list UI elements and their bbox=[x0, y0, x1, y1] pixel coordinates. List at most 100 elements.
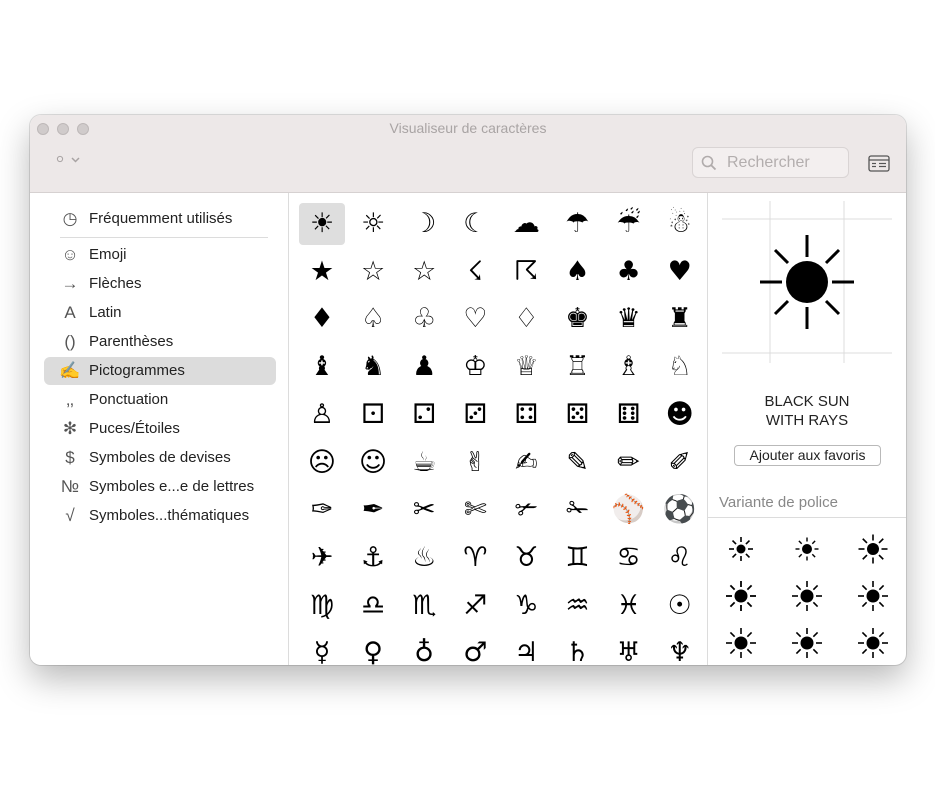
character-cell[interactable]: ☉ bbox=[657, 585, 703, 627]
character-cell[interactable]: ☾ bbox=[452, 203, 498, 245]
character-cell[interactable]: ♚ bbox=[555, 298, 601, 340]
font-variant-cell[interactable] bbox=[721, 530, 761, 566]
sidebar-item-frequent[interactable]: ◷ Fréquemment utilisés bbox=[44, 205, 276, 233]
character-cell[interactable]: ✌ bbox=[452, 442, 498, 484]
character-cell[interactable]: ☇ bbox=[452, 251, 498, 293]
character-cell[interactable]: ♔ bbox=[452, 346, 498, 388]
character-cell[interactable]: ✁ bbox=[555, 489, 601, 531]
character-cell[interactable]: ★ bbox=[299, 251, 345, 293]
character-cell[interactable]: ☀ bbox=[299, 203, 345, 245]
character-cell[interactable]: ♢ bbox=[503, 298, 549, 340]
character-cell[interactable]: ✍ bbox=[503, 442, 549, 484]
font-variant-cell[interactable] bbox=[787, 577, 827, 613]
character-cell[interactable]: ♃ bbox=[503, 632, 549, 665]
character-cell[interactable]: ♎ bbox=[350, 585, 396, 627]
character-cell[interactable]: ♁ bbox=[401, 632, 447, 665]
character-cell[interactable]: ♞ bbox=[350, 346, 396, 388]
character-cell[interactable]: ✏ bbox=[606, 442, 652, 484]
character-cell[interactable]: ♡ bbox=[452, 298, 498, 340]
character-cell[interactable]: ♗ bbox=[606, 346, 652, 388]
character-cell[interactable]: ✈ bbox=[299, 537, 345, 579]
character-cell[interactable]: ♑ bbox=[503, 585, 549, 627]
font-variant-cell[interactable] bbox=[853, 530, 893, 566]
character-cell[interactable]: ☽ bbox=[401, 203, 447, 245]
character-cell[interactable]: ☆ bbox=[401, 251, 447, 293]
sidebar-item-currency[interactable]: $ Symboles de devises bbox=[44, 444, 276, 472]
character-cell[interactable]: ♖ bbox=[555, 346, 601, 388]
character-cell[interactable]: ♋ bbox=[606, 537, 652, 579]
character-cell[interactable]: ♊ bbox=[555, 537, 601, 579]
character-cell[interactable]: ♒ bbox=[555, 585, 601, 627]
character-cell[interactable]: ⚽ bbox=[657, 489, 703, 531]
character-cell[interactable]: ✒ bbox=[350, 489, 396, 531]
character-cell[interactable]: ♠ bbox=[555, 251, 601, 293]
character-cell[interactable]: ☿ bbox=[299, 632, 345, 665]
character-cell[interactable]: ⚓ bbox=[350, 537, 396, 579]
character-cell[interactable]: ♉ bbox=[503, 537, 549, 579]
sidebar-item-emoji[interactable]: ☺ Emoji bbox=[44, 241, 276, 269]
sidebar-item-arrows[interactable]: → Flèches bbox=[44, 270, 276, 298]
character-cell[interactable]: ♣ bbox=[606, 251, 652, 293]
sidebar-item-math[interactable]: √ Symboles...thématiques bbox=[44, 502, 276, 530]
character-cell[interactable]: ✄ bbox=[452, 489, 498, 531]
character-cell[interactable]: ♙ bbox=[299, 394, 345, 436]
character-cell[interactable]: ♆ bbox=[657, 632, 703, 665]
character-cell[interactable]: ⚅ bbox=[606, 394, 652, 436]
character-cell[interactable]: ♓ bbox=[606, 585, 652, 627]
character-cell[interactable]: ♝ bbox=[299, 346, 345, 388]
search-input[interactable] bbox=[727, 152, 845, 173]
view-popup-button[interactable] bbox=[56, 151, 80, 166]
character-cell[interactable]: ⚾ bbox=[606, 489, 652, 531]
character-cell[interactable]: ♅ bbox=[606, 632, 652, 665]
character-cell[interactable]: ☔ bbox=[606, 203, 652, 245]
character-cell[interactable]: ♍ bbox=[299, 585, 345, 627]
character-cell[interactable]: ✎ bbox=[555, 442, 601, 484]
character-cell[interactable]: ♕ bbox=[503, 346, 549, 388]
character-cell[interactable]: ✑ bbox=[299, 489, 345, 531]
sidebar-item-bullets[interactable]: ✻ Puces/Étoiles bbox=[44, 415, 276, 443]
search-field[interactable] bbox=[692, 147, 849, 178]
character-cell[interactable]: ♄ bbox=[555, 632, 601, 665]
character-cell[interactable]: ✐ bbox=[657, 442, 703, 484]
character-cell[interactable]: ♘ bbox=[657, 346, 703, 388]
character-cell[interactable]: ☹ bbox=[299, 442, 345, 484]
sidebar-item-brackets[interactable]: () Parenthèses bbox=[44, 328, 276, 356]
character-cell[interactable]: ♥ bbox=[657, 251, 703, 293]
character-cell[interactable]: ♤ bbox=[350, 298, 396, 340]
character-cell[interactable]: ☈ bbox=[503, 251, 549, 293]
character-cell[interactable]: ♌ bbox=[657, 537, 703, 579]
character-cell[interactable]: ☃ bbox=[657, 203, 703, 245]
character-cell[interactable]: ♦ bbox=[299, 298, 345, 340]
character-cell[interactable]: ♀ bbox=[350, 632, 396, 665]
font-variant-cell[interactable] bbox=[721, 624, 761, 660]
font-variant-cell[interactable] bbox=[721, 577, 761, 613]
character-cell[interactable]: ⚃ bbox=[503, 394, 549, 436]
sidebar-item-punctuation[interactable]: ‚‚ Ponctuation bbox=[44, 386, 276, 414]
character-cell[interactable]: ♜ bbox=[657, 298, 703, 340]
character-cell[interactable]: ♛ bbox=[606, 298, 652, 340]
character-cell[interactable]: ☻ bbox=[657, 394, 703, 436]
character-cell[interactable]: ⚄ bbox=[555, 394, 601, 436]
character-cell[interactable]: ♈ bbox=[452, 537, 498, 579]
font-variant-cell[interactable] bbox=[787, 530, 827, 566]
sidebar-item-pictographs[interactable]: ✍ Pictogrammes bbox=[44, 357, 276, 385]
character-cell[interactable]: ☆ bbox=[350, 251, 396, 293]
character-cell[interactable]: ♨ bbox=[401, 537, 447, 579]
font-variant-cell[interactable] bbox=[853, 624, 893, 660]
character-cell[interactable]: ✃ bbox=[503, 489, 549, 531]
character-cell[interactable]: ☂ bbox=[555, 203, 601, 245]
character-cell[interactable]: ♐ bbox=[452, 585, 498, 627]
character-cell[interactable]: ♂ bbox=[452, 632, 498, 665]
character-cell[interactable]: ☕ bbox=[401, 442, 447, 484]
character-info-toggle-button[interactable] bbox=[868, 155, 890, 172]
character-cell[interactable]: ☼ bbox=[350, 203, 396, 245]
character-cell[interactable]: ♧ bbox=[401, 298, 447, 340]
character-cell[interactable]: ⚂ bbox=[452, 394, 498, 436]
character-cell[interactable]: ♏ bbox=[401, 585, 447, 627]
font-variant-cell[interactable] bbox=[787, 624, 827, 660]
font-variant-cell[interactable] bbox=[853, 577, 893, 613]
character-cell[interactable]: ☺ bbox=[350, 442, 396, 484]
character-cell[interactable]: ✂ bbox=[401, 489, 447, 531]
character-cell[interactable]: ⚁ bbox=[401, 394, 447, 436]
sidebar-item-latin[interactable]: A Latin bbox=[44, 299, 276, 327]
